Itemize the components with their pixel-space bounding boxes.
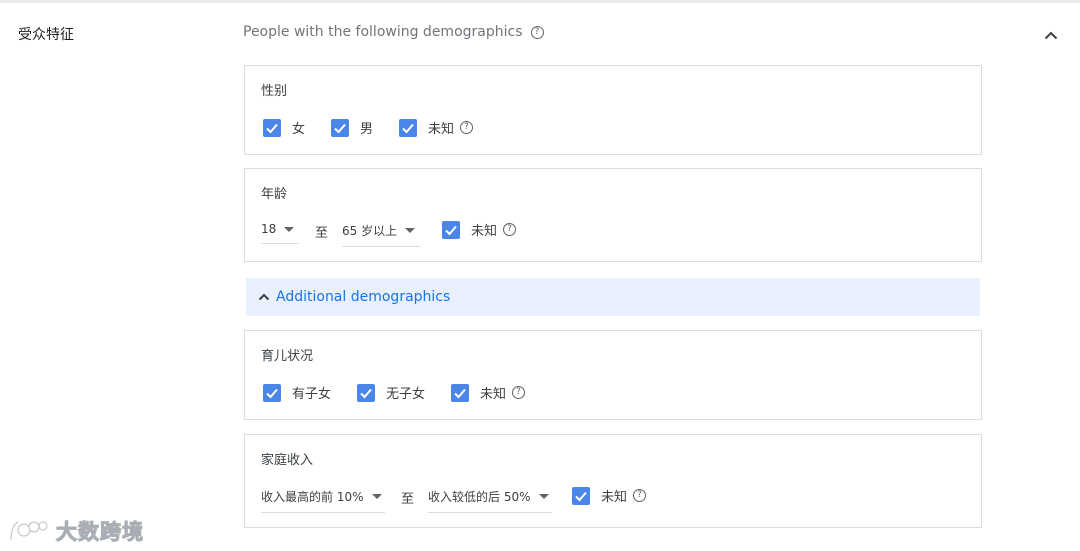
income-to-value: 收入较低的后 50% <box>428 490 531 504</box>
checkbox-label: 未知 <box>480 387 507 402</box>
income-separator: 至 <box>401 492 415 507</box>
checkbox-label: 男 <box>360 122 374 137</box>
top-divider <box>0 0 1080 3</box>
help-icon[interactable]: ? <box>633 489 647 502</box>
gender-options: 女 男 未知 ? <box>263 118 499 137</box>
age-separator: 至 <box>315 226 329 241</box>
parental-has-children-checkbox[interactable]: 有子女 <box>263 383 331 402</box>
watermark-text: 大数跨境 <box>56 520 144 545</box>
help-icon[interactable]: ? <box>460 121 474 134</box>
caret-down-icon <box>284 226 295 232</box>
chevron-up-icon <box>1044 31 1058 39</box>
checkbox-checked-icon <box>442 220 461 239</box>
collapse-section-button[interactable] <box>1040 24 1062 46</box>
checkbox-label: 女 <box>292 122 306 137</box>
gender-unknown-checkbox[interactable]: 未知 ? <box>399 118 474 137</box>
income-unknown-checkbox[interactable]: 未知 ? <box>572 486 647 505</box>
income-from-dropdown[interactable]: 收入最高的前 10% <box>261 488 385 513</box>
additional-demographics-label: Additional demographics <box>276 289 451 305</box>
checkbox-checked-icon <box>263 383 281 402</box>
gender-female-checkbox[interactable]: 女 <box>263 118 305 137</box>
caret-down-icon <box>371 494 382 499</box>
caret-down-icon <box>405 228 416 233</box>
income-to-dropdown[interactable]: 收入较低的后 50% <box>428 488 553 513</box>
checkbox-label: 无子女 <box>386 387 426 402</box>
age-to-dropdown[interactable]: 65 岁以上 <box>342 222 421 247</box>
section-subtitle-text: People with the following demographics <box>243 24 523 40</box>
income-from-value: 收入最高的前 10% <box>261 490 364 504</box>
parental-options: 有子女 无子女 未知 ? <box>263 383 551 402</box>
parental-title: 育儿状况 <box>261 349 314 364</box>
checkbox-checked-icon <box>263 118 281 137</box>
gender-title: 性别 <box>261 84 288 99</box>
checkbox-label: 未知 <box>428 122 455 137</box>
checkbox-checked-icon <box>357 383 376 402</box>
income-title: 家庭收入 <box>261 453 314 468</box>
help-icon[interactable]: ? <box>530 25 544 39</box>
age-from-value: 18 <box>261 222 277 236</box>
watermark-logo-icon <box>9 520 48 542</box>
caret-down-icon <box>538 494 549 499</box>
help-icon[interactable]: ? <box>512 386 526 399</box>
parental-no-children-checkbox[interactable]: 无子女 <box>357 383 425 402</box>
parental-unknown-checkbox[interactable]: 未知 ? <box>451 383 526 402</box>
chevron-up-icon <box>258 293 270 301</box>
checkbox-checked-icon <box>572 486 591 505</box>
income-card: 家庭收入 收入最高的前 10% 至 收入较低的后 50% 未知 ? <box>244 434 982 528</box>
age-unknown-checkbox[interactable]: 未知 ? <box>442 220 517 239</box>
age-range: 18 至 65 岁以上 未知 ? <box>261 220 542 247</box>
checkbox-label: 有子女 <box>292 387 332 402</box>
gender-male-checkbox[interactable]: 男 <box>331 118 373 137</box>
parental-card: 育儿状况 有子女 无子女 未知 ? <box>244 330 982 420</box>
income-range: 收入最高的前 10% 至 收入较低的后 50% 未知 ? <box>261 486 672 513</box>
age-from-dropdown[interactable]: 18 <box>261 222 299 244</box>
checkbox-label: 未知 <box>471 224 498 239</box>
help-icon[interactable]: ? <box>503 223 517 236</box>
checkbox-label: 未知 <box>601 490 628 505</box>
checkbox-checked-icon <box>399 118 418 137</box>
section-subtitle: People with the following demographics ? <box>243 24 544 40</box>
additional-demographics-toggle[interactable]: Additional demographics <box>246 278 980 316</box>
section-label: 受众特征 <box>18 27 74 43</box>
gender-card: 性别 女 男 未知 ? <box>244 65 982 155</box>
age-card: 年龄 18 至 65 岁以上 未知 ? <box>244 168 982 262</box>
age-to-value: 65 岁以上 <box>342 224 398 238</box>
age-title: 年龄 <box>261 187 288 202</box>
checkbox-checked-icon <box>331 118 350 137</box>
checkbox-checked-icon <box>451 383 470 402</box>
watermark: 大数跨境 <box>8 516 144 546</box>
